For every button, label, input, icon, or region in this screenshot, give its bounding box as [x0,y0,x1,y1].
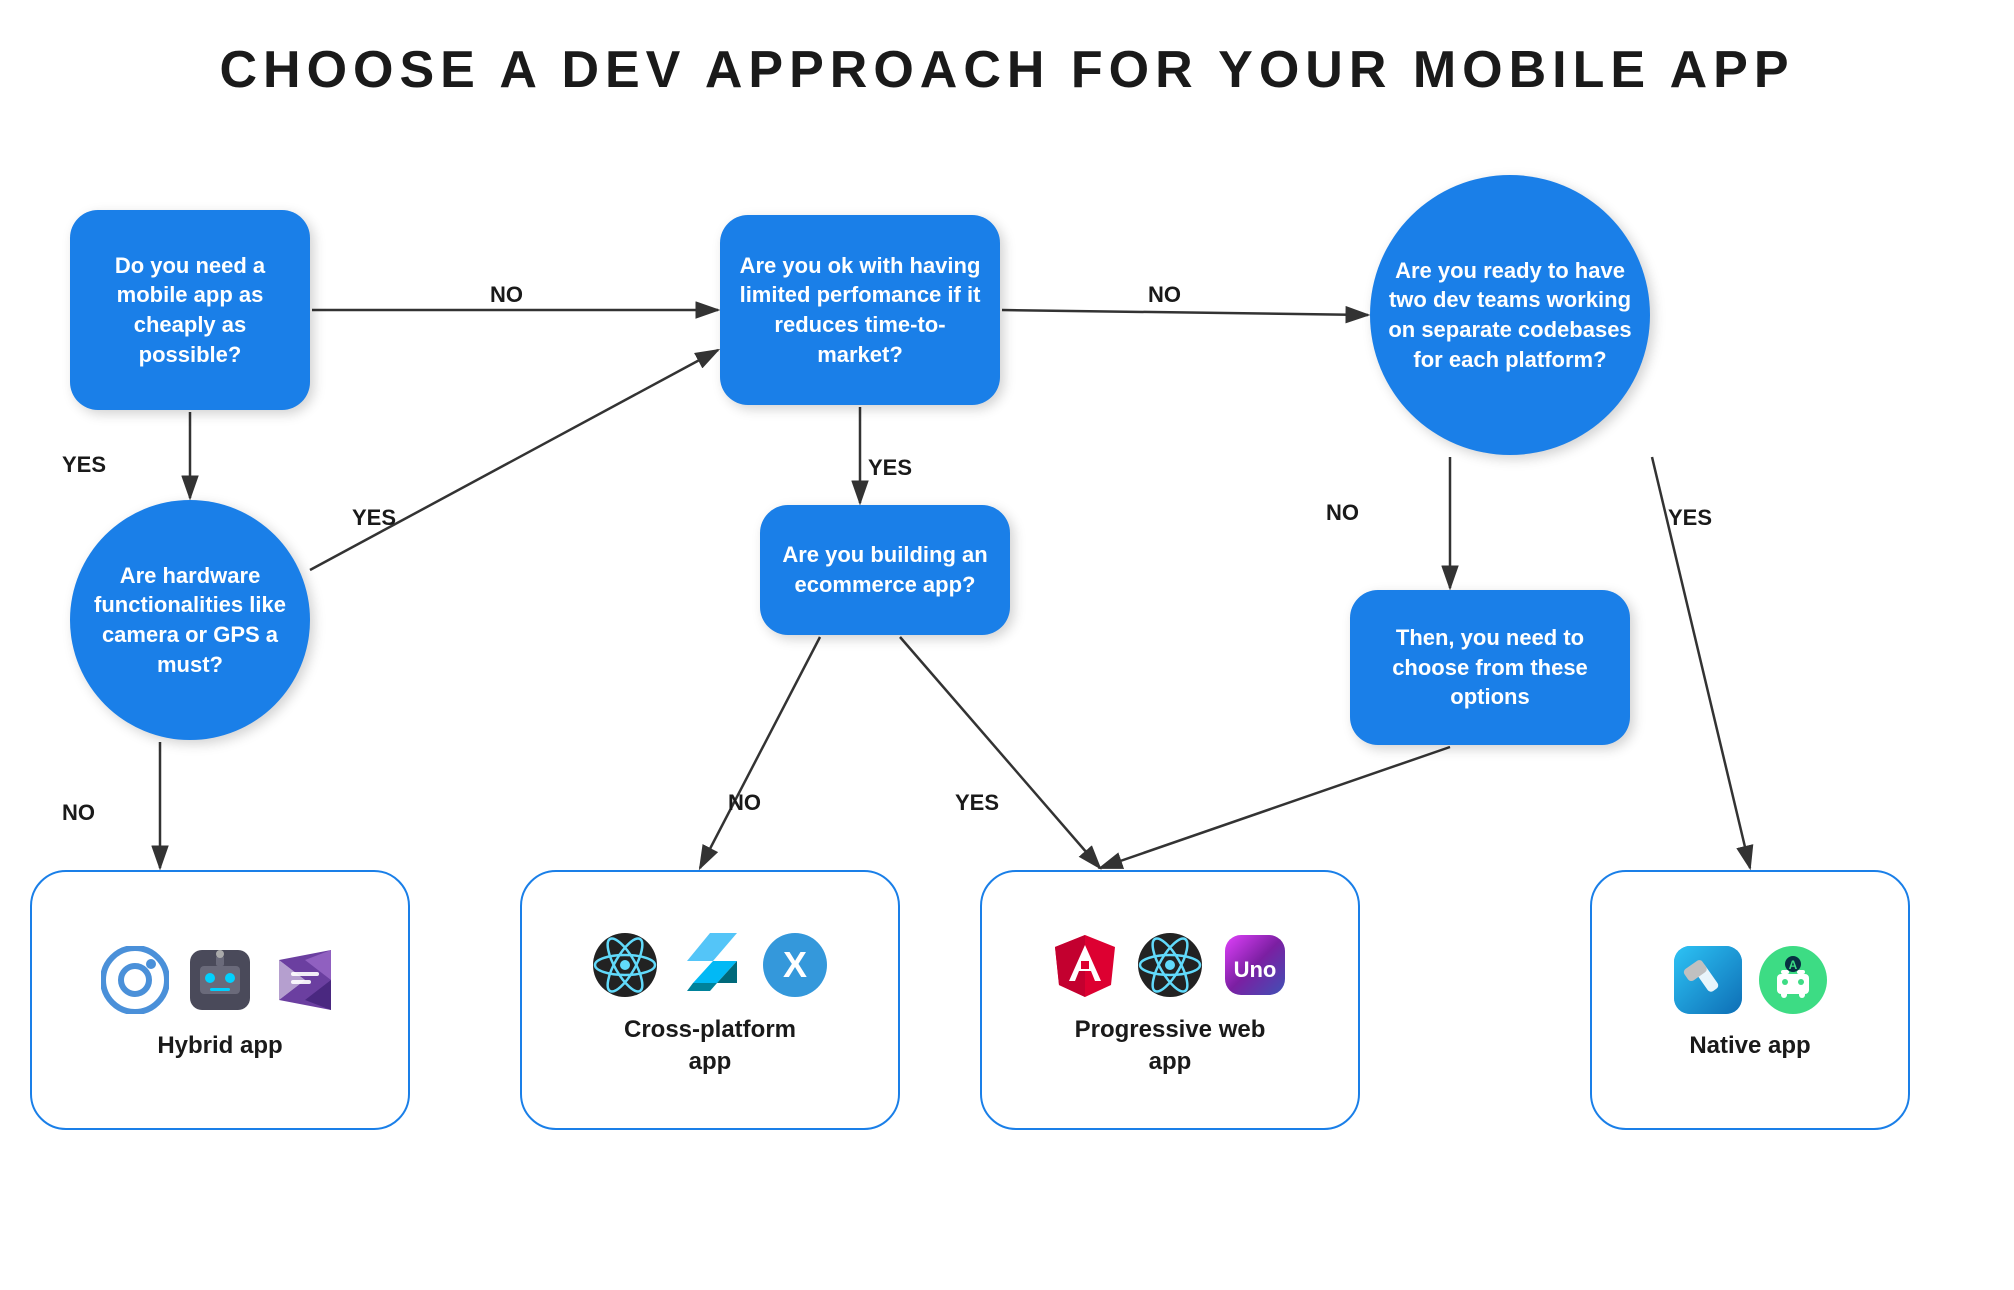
arrow-yes1: YES [62,452,106,478]
arrow-no3: NO [1326,500,1359,526]
svg-text:Uno: Uno [1234,957,1277,982]
angular-icon [1048,927,1123,1002]
arrow-no4: NO [62,800,95,826]
robot-icon [183,943,258,1018]
cross-platform-icons: X [588,927,833,1002]
box3: Are you ready to have two dev teams work… [1370,175,1650,455]
android-studio-icon: A [1755,943,1830,1018]
pwa-icons: Uno [1048,927,1293,1002]
hybrid-icons [98,943,343,1018]
xcode-icon [1670,943,1745,1018]
react-icon [1133,927,1208,1002]
page-title: CHOOSE A DEV APPROACH FOR YOUR MOBILE AP… [0,0,2014,110]
pwa-label: Progressive web app [1075,1014,1266,1076]
box2: Are you ok with having limited perfomanc… [720,215,1000,405]
ionic-icon [98,943,173,1018]
hybrid-label: Hybrid app [157,1030,282,1061]
xamarin-icon: X [758,927,833,1002]
arrow-no1: NO [490,282,523,308]
box5: Are you building an ecommerce app? [760,505,1010,635]
arrow-yes3: YES [868,455,912,481]
box1: Do you need a mobile app as cheaply as p… [70,210,310,410]
flutter-icon [673,927,748,1002]
visual-studio-icon [268,943,343,1018]
arrow-yes2: YES [352,505,396,531]
svg-text:A: A [1788,958,1797,972]
native-label: Native app [1689,1030,1810,1061]
cross-platform-label: Cross-platform app [624,1014,796,1076]
result-cross-platform: X Cross-platform app [520,870,900,1130]
arrow-yes5: YES [955,790,999,816]
react-native-icon [588,927,663,1002]
arrow-no2: NO [1148,282,1181,308]
box4: Are hardware functionalities like camera… [70,500,310,740]
uno-icon: Uno [1218,927,1293,1002]
native-icons: A [1670,943,1830,1018]
arrow-no5: NO [728,790,761,816]
box6: Then, you need to choose from these opti… [1350,590,1630,745]
result-pwa: Uno Progressive web app [980,870,1360,1130]
result-native: A Native app [1590,870,1910,1130]
svg-text:X: X [783,944,807,985]
result-hybrid: Hybrid app [30,870,410,1130]
arrow-yes4: YES [1668,505,1712,531]
